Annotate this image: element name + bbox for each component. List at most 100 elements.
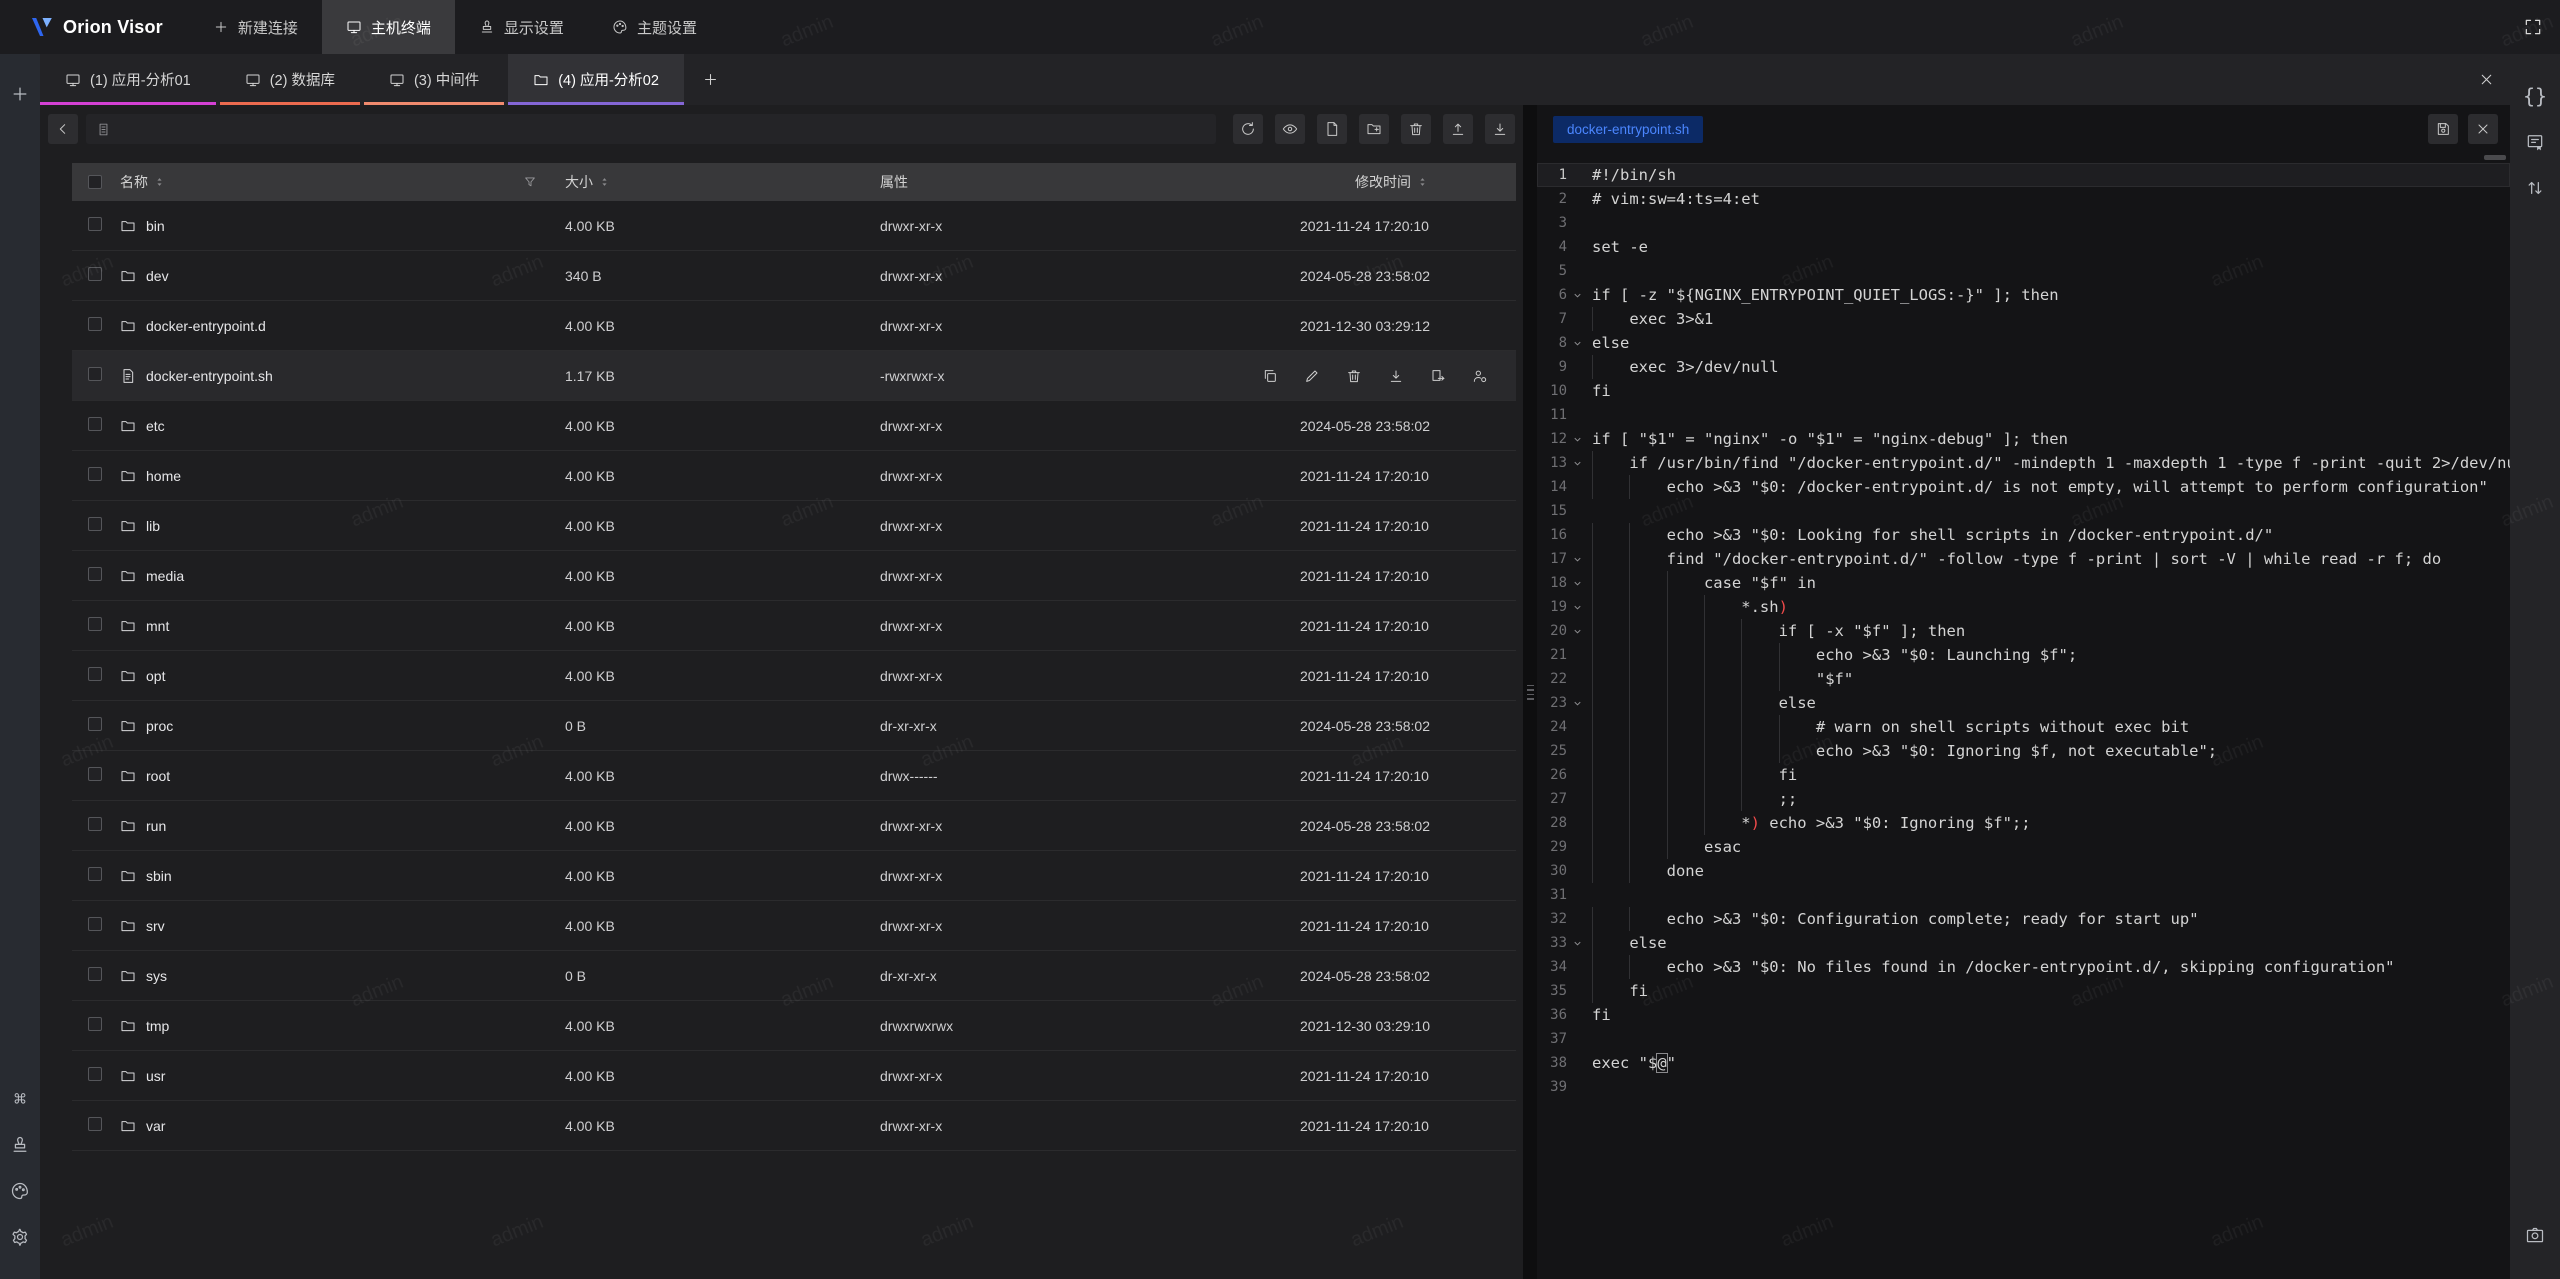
- row-checkbox[interactable]: [88, 267, 102, 281]
- fold-chevron-icon[interactable]: [1567, 331, 1587, 355]
- column-header-size[interactable]: 大小: [565, 172, 593, 192]
- theme-settings-button[interactable]: [4, 1175, 36, 1207]
- copy-icon[interactable]: [1262, 368, 1278, 384]
- code-line[interactable]: 25echo >&3 "$0: Ignoring $f, not executa…: [1537, 739, 2510, 763]
- terminal-tab[interactable]: (3) 中间件: [364, 54, 504, 105]
- download-button[interactable]: [1485, 114, 1515, 144]
- code-line[interactable]: 22"$f": [1537, 667, 2510, 691]
- file-name[interactable]: proc: [146, 718, 173, 734]
- code-line[interactable]: 34echo >&3 "$0: No files found in /docke…: [1537, 955, 2510, 979]
- close-editor-button[interactable]: [2468, 114, 2498, 144]
- row-checkbox[interactable]: [88, 567, 102, 581]
- new-folder-button[interactable]: [1359, 114, 1389, 144]
- swap-vertical-button[interactable]: [2519, 172, 2551, 204]
- column-header-name[interactable]: 名称: [120, 172, 148, 192]
- file-name[interactable]: run: [146, 818, 166, 834]
- code-line[interactable]: 16echo >&3 "$0: Looking for shell script…: [1537, 523, 2510, 547]
- fold-chevron-icon[interactable]: [1567, 619, 1587, 643]
- code-line[interactable]: 15: [1537, 499, 2510, 523]
- code-line[interactable]: 6if [ -z "${NGINX_ENTRYPOINT_QUIET_LOGS:…: [1537, 283, 2510, 307]
- row-checkbox[interactable]: [88, 867, 102, 881]
- file-name[interactable]: usr: [146, 1068, 165, 1084]
- sort-icon[interactable]: [599, 175, 610, 189]
- file-name[interactable]: dev: [146, 268, 169, 284]
- code-line[interactable]: 29esac: [1537, 835, 2510, 859]
- row-checkbox[interactable]: [88, 817, 102, 831]
- table-row[interactable]: home4.00 KBdrwxr-xr-x2021-11-24 17:20:10: [72, 451, 1516, 501]
- table-row[interactable]: run4.00 KBdrwxr-xr-x2024-05-28 23:58:02: [72, 801, 1516, 851]
- fold-chevron-icon[interactable]: [1567, 571, 1587, 595]
- code-line[interactable]: 32echo >&3 "$0: Configuration complete; …: [1537, 907, 2510, 931]
- path-input[interactable]: [86, 114, 1216, 144]
- table-row[interactable]: root4.00 KBdrwx------2021-11-24 17:20:10: [72, 751, 1516, 801]
- code-line[interactable]: 17find "/docker-entrypoint.d/" -follow -…: [1537, 547, 2510, 571]
- delete-button[interactable]: [1401, 114, 1431, 144]
- new-tab-button[interactable]: [688, 54, 734, 105]
- code-editor[interactable]: 1#!/bin/sh2# vim:sw=4:ts=4:et34set -e56i…: [1537, 153, 2510, 1279]
- table-row[interactable]: var4.00 KBdrwxr-xr-x2021-11-24 17:20:10: [72, 1101, 1516, 1151]
- row-checkbox[interactable]: [88, 1017, 102, 1031]
- panel-splitter[interactable]: [1523, 105, 1537, 1279]
- code-line[interactable]: 19*.sh): [1537, 595, 2510, 619]
- row-checkbox[interactable]: [88, 517, 102, 531]
- table-row[interactable]: dev340 Bdrwxr-xr-x2024-05-28 23:58:02: [72, 251, 1516, 301]
- code-line[interactable]: 23else: [1537, 691, 2510, 715]
- screenshot-button[interactable]: [2519, 1219, 2551, 1251]
- shortcut-keys-button[interactable]: ⌘: [4, 1083, 36, 1115]
- code-line[interactable]: 18case "$f" in: [1537, 571, 2510, 595]
- menu-item[interactable]: 主机终端: [322, 0, 455, 54]
- format-braces-button[interactable]: {}: [2519, 80, 2551, 112]
- code-line[interactable]: 12if [ "$1" = "nginx" -o "$1" = "nginx-d…: [1537, 427, 2510, 451]
- row-checkbox[interactable]: [88, 617, 102, 631]
- select-all-checkbox[interactable]: [88, 175, 102, 189]
- sort-icon[interactable]: [154, 175, 165, 189]
- code-line[interactable]: 28*) echo >&3 "$0: Ignoring $f";;: [1537, 811, 2510, 835]
- code-line[interactable]: 36fi: [1537, 1003, 2510, 1027]
- row-checkbox[interactable]: [88, 717, 102, 731]
- table-row[interactable]: mnt4.00 KBdrwxr-xr-x2021-11-24 17:20:10: [72, 601, 1516, 651]
- table-row[interactable]: opt4.00 KBdrwxr-xr-x2021-11-24 17:20:10: [72, 651, 1516, 701]
- table-row[interactable]: srv4.00 KBdrwxr-xr-x2021-11-24 17:20:10: [72, 901, 1516, 951]
- column-header-mtime[interactable]: 修改时间: [1355, 172, 1411, 192]
- terminal-tab[interactable]: (1) 应用-分析01: [40, 54, 216, 105]
- terminal-tab[interactable]: (4) 应用-分析02: [508, 54, 684, 105]
- move-icon[interactable]: [1430, 368, 1446, 384]
- row-checkbox[interactable]: [88, 217, 102, 231]
- file-name[interactable]: sys: [146, 968, 167, 984]
- code-line[interactable]: 27;;: [1537, 787, 2510, 811]
- file-name[interactable]: docker-entrypoint.sh: [146, 368, 273, 384]
- refresh-button[interactable]: [1233, 114, 1263, 144]
- upload-button[interactable]: [1443, 114, 1473, 144]
- table-row[interactable]: usr4.00 KBdrwxr-xr-x2021-11-24 17:20:10: [72, 1051, 1516, 1101]
- new-file-button[interactable]: [1317, 114, 1347, 144]
- code-line[interactable]: 20if [ -x "$f" ]; then: [1537, 619, 2510, 643]
- code-line[interactable]: 33else: [1537, 931, 2510, 955]
- code-line[interactable]: 38exec "$@": [1537, 1051, 2510, 1075]
- code-line[interactable]: 37: [1537, 1027, 2510, 1051]
- menu-item[interactable]: 显示设置: [455, 0, 588, 54]
- code-line[interactable]: 30done: [1537, 859, 2510, 883]
- table-row[interactable]: docker-entrypoint.d4.00 KBdrwxr-xr-x2021…: [72, 301, 1516, 351]
- row-checkbox[interactable]: [88, 967, 102, 981]
- code-line[interactable]: 10fi: [1537, 379, 2510, 403]
- column-header-attr[interactable]: 属性: [880, 172, 908, 192]
- code-line[interactable]: 4set -e: [1537, 235, 2510, 259]
- filter-icon[interactable]: [523, 175, 537, 189]
- file-name[interactable]: docker-entrypoint.d: [146, 318, 266, 334]
- row-checkbox[interactable]: [88, 767, 102, 781]
- permission-icon[interactable]: [1472, 368, 1488, 384]
- row-checkbox[interactable]: [88, 417, 102, 431]
- file-name[interactable]: etc: [146, 418, 165, 434]
- settings-button[interactable]: [4, 1221, 36, 1253]
- terminal-tab[interactable]: (2) 数据库: [220, 54, 360, 105]
- table-row[interactable]: bin4.00 KBdrwxr-xr-x2021-11-24 17:20:10: [72, 201, 1516, 251]
- table-row[interactable]: etc4.00 KBdrwxr-xr-x2024-05-28 23:58:02: [72, 401, 1516, 451]
- table-row[interactable]: lib4.00 KBdrwxr-xr-x2021-11-24 17:20:10: [72, 501, 1516, 551]
- file-name[interactable]: sbin: [146, 868, 172, 884]
- file-name[interactable]: media: [146, 568, 184, 584]
- row-checkbox[interactable]: [88, 317, 102, 331]
- edit-icon[interactable]: [1304, 368, 1320, 384]
- code-line[interactable]: 21echo >&3 "$0: Launching $f";: [1537, 643, 2510, 667]
- fold-chevron-icon[interactable]: [1567, 283, 1587, 307]
- row-checkbox[interactable]: [88, 667, 102, 681]
